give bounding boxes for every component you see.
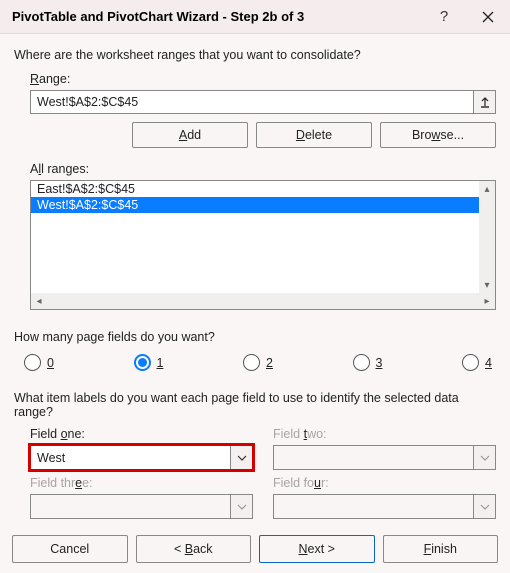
field-one-combo[interactable] xyxy=(30,445,253,470)
scroll-up-icon[interactable]: ▴ xyxy=(479,181,495,197)
browse-button[interactable]: Browse... xyxy=(380,122,496,148)
chevron-down-icon xyxy=(473,495,495,518)
list-item[interactable]: West!$A$2:$C$45 xyxy=(31,197,479,213)
vertical-scrollbar[interactable]: ▴ ▾ xyxy=(479,181,495,293)
field-two-combo xyxy=(273,445,496,470)
list-item[interactable]: East!$A$2:$C$45 xyxy=(31,181,479,197)
field-two-label: Field two: xyxy=(273,427,496,441)
finish-button[interactable]: Finish xyxy=(383,535,499,563)
field-two-input xyxy=(274,446,473,469)
consolidate-question: Where are the worksheet ranges that you … xyxy=(14,48,496,62)
chevron-down-icon[interactable] xyxy=(230,446,252,469)
field-one-label: Field one: xyxy=(30,427,253,441)
field-four-input xyxy=(274,495,473,518)
scroll-down-icon[interactable]: ▾ xyxy=(479,277,495,293)
all-ranges-label: All ranges: xyxy=(30,162,496,176)
field-three-label: Field three: xyxy=(30,476,253,490)
radio-1[interactable]: 1 xyxy=(134,354,164,371)
chevron-down-icon xyxy=(230,495,252,518)
page-fields-radios: 0 1 2 3 4 xyxy=(14,354,496,371)
add-button[interactable]: Add xyxy=(132,122,248,148)
next-button[interactable]: Next > xyxy=(259,535,375,563)
radio-3[interactable]: 3 xyxy=(353,354,383,371)
range-input[interactable] xyxy=(30,90,474,114)
radio-2[interactable]: 2 xyxy=(243,354,273,371)
scroll-left-icon[interactable]: ◂ xyxy=(31,293,47,309)
cancel-button[interactable]: Cancel xyxy=(12,535,128,563)
scroll-right-icon[interactable]: ▸ xyxy=(479,293,495,309)
radio-4[interactable]: 4 xyxy=(462,354,492,371)
window-title: PivotTable and PivotChart Wizard - Step … xyxy=(12,9,422,24)
title-bar: PivotTable and PivotChart Wizard - Step … xyxy=(0,0,510,34)
close-button[interactable] xyxy=(466,0,510,34)
wizard-buttons: Cancel < Back Next > Finish xyxy=(12,535,498,563)
radio-0[interactable]: 0 xyxy=(24,354,54,371)
field-one-input[interactable] xyxy=(31,446,230,469)
range-label: Range: xyxy=(30,72,496,86)
horizontal-scrollbar[interactable]: ◂ ▸ xyxy=(31,293,495,309)
field-three-input xyxy=(31,495,230,518)
chevron-down-icon xyxy=(473,446,495,469)
back-button[interactable]: < Back xyxy=(136,535,252,563)
delete-button[interactable]: Delete xyxy=(256,122,372,148)
collapse-dialog-icon[interactable] xyxy=(474,90,496,114)
item-labels-question: What item labels do you want each page f… xyxy=(14,391,496,419)
page-fields-question: How many page fields do you want? xyxy=(14,330,496,344)
field-four-combo xyxy=(273,494,496,519)
field-three-combo xyxy=(30,494,253,519)
field-four-label: Field four: xyxy=(273,476,496,490)
all-ranges-listbox[interactable]: East!$A$2:$C$45 West!$A$2:$C$45 ▴ ▾ ◂ ▸ xyxy=(30,180,496,310)
help-button[interactable]: ? xyxy=(422,0,466,34)
